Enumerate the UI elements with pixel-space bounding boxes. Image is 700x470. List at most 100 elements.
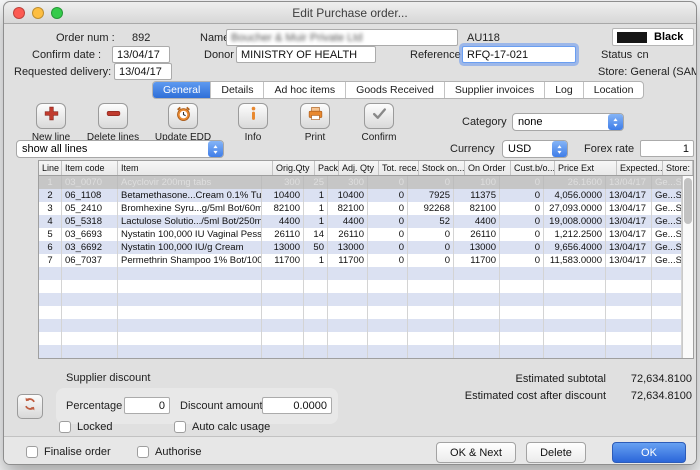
donor-input[interactable]: MINISTRY OF HEALTH <box>236 46 376 63</box>
table-cell <box>62 319 118 332</box>
table-cell: Nystatin 100,000 IU Vaginal Pessary <box>118 228 262 241</box>
col-store[interactable]: Store: <box>663 161 693 175</box>
col-pack[interactable]: Pack <box>315 161 339 175</box>
new-line-button[interactable]: New line <box>18 103 84 143</box>
ok-next-button[interactable]: OK & Next <box>436 442 516 463</box>
table-cell: Ge...S) <box>652 189 682 202</box>
tab-general[interactable]: General <box>153 82 211 98</box>
estimated-subtotal-value: 72,634.8100 <box>612 373 692 385</box>
table-cell: 7 <box>39 254 62 267</box>
table-cell: 13000 <box>262 241 304 254</box>
table-cell: 52 <box>408 215 454 228</box>
table-empty-row[interactable] <box>39 293 682 306</box>
col-price-ext[interactable]: Price Ext <box>555 161 617 175</box>
table-cell: 0 <box>408 241 454 254</box>
forex-rate-input[interactable]: 1 <box>640 140 694 157</box>
table-cell <box>544 332 606 345</box>
delete-button[interactable]: Delete <box>526 442 586 463</box>
table-empty-row[interactable] <box>39 319 682 332</box>
table-cell <box>328 345 368 358</box>
table-cell: 0 <box>368 228 408 241</box>
stepper-icon <box>608 114 623 130</box>
category-dropdown[interactable]: none <box>512 113 624 131</box>
table-cell <box>262 319 304 332</box>
table-cell: 11700 <box>262 254 304 267</box>
table-empty-row[interactable] <box>39 306 682 319</box>
recalculate-button[interactable] <box>17 394 43 419</box>
table-cell: 25 <box>304 176 328 189</box>
table-cell: 1 <box>304 254 328 267</box>
tab-log[interactable]: Log <box>545 82 584 98</box>
table-cell: Ge...S) <box>652 254 682 267</box>
confirm-button[interactable]: Confirm <box>346 103 412 143</box>
table-cell: Nystatin 100,000 IU/g Cream <box>118 241 262 254</box>
table-cell <box>408 267 454 280</box>
col-line[interactable]: Line <box>39 161 62 175</box>
table-cell: 6 <box>39 241 62 254</box>
delete-lines-button[interactable]: Delete lines <box>80 103 146 143</box>
table-row[interactable]: 603_6692Nystatin 100,000 IU/g Cream13000… <box>39 241 682 254</box>
table-cell <box>606 280 652 293</box>
col-on-order[interactable]: On Order <box>465 161 511 175</box>
show-lines-dropdown[interactable]: show all lines <box>16 140 224 158</box>
table-cell: 05_5318 <box>62 215 118 228</box>
col-orig-qty[interactable]: Orig.Qty <box>273 161 315 175</box>
tab-goods-received[interactable]: Goods Received <box>346 82 445 98</box>
table-cell <box>368 267 408 280</box>
table-cell <box>652 332 682 345</box>
auto-calc-usage-checkbox[interactable]: Auto calc usage <box>174 421 270 433</box>
table-row[interactable]: 103_0070Acyclovir 200mg tabs300253000010… <box>39 176 682 189</box>
ok-button[interactable]: OK <box>612 442 686 463</box>
table-cell <box>454 345 500 358</box>
table-cell: Ge...S) <box>652 176 682 189</box>
table-row[interactable]: 405_5318Lactulose Solutio.../5ml Bot/250… <box>39 215 682 228</box>
table-row[interactable]: 706_7037Permethrin Shampoo 1% Bot/100ml1… <box>39 254 682 267</box>
table-empty-row[interactable] <box>39 267 682 280</box>
table-cell: 27,093.0000 <box>544 202 606 215</box>
table-scrollbar[interactable] <box>682 176 693 358</box>
discount-amount-label: Discount amount <box>180 400 263 412</box>
finalise-order-checkbox[interactable]: Finalise order <box>26 446 111 458</box>
show-lines-value: show all lines <box>17 143 208 155</box>
table-empty-row[interactable] <box>39 332 682 345</box>
col-cust-backorder[interactable]: Cust.b/o... <box>511 161 555 175</box>
tab-details[interactable]: Details <box>211 82 264 98</box>
colour-dropdown[interactable]: Black <box>612 28 694 46</box>
table-row[interactable]: 305_2410Bromhexine Syru...g/5ml Bot/60ml… <box>39 202 682 215</box>
table-cell: 13/04/17 <box>606 228 652 241</box>
table-cell: 92268 <box>408 202 454 215</box>
col-expected[interactable]: Expected... <box>617 161 663 175</box>
table-cell: 26110 <box>454 228 500 241</box>
table-empty-row[interactable] <box>39 280 682 293</box>
print-button[interactable]: Print <box>282 103 348 143</box>
table-cell <box>39 267 62 280</box>
table-cell <box>652 267 682 280</box>
tab-supplier-invoices[interactable]: Supplier invoices <box>445 82 545 98</box>
name-input[interactable]: Boucher & Muir Private Ltd <box>226 29 458 46</box>
col-item[interactable]: Item <box>118 161 273 175</box>
table-cell <box>544 345 606 358</box>
table-empty-row[interactable] <box>39 345 682 358</box>
requested-delivery-input[interactable]: 13/04/17 <box>114 63 172 80</box>
tab-location[interactable]: Location <box>584 82 644 98</box>
colour-swatch <box>617 32 647 43</box>
col-adj-qty[interactable]: Adj. Qty <box>339 161 379 175</box>
percentage-input[interactable]: 0 <box>124 397 170 414</box>
scrollbar-thumb[interactable] <box>684 178 692 224</box>
currency-dropdown[interactable]: USD <box>502 140 568 158</box>
auto-calc-usage-label: Auto calc usage <box>192 421 270 433</box>
table-row[interactable]: 503_6693Nystatin 100,000 IU Vaginal Pess… <box>39 228 682 241</box>
authorise-checkbox[interactable]: Authorise <box>137 446 201 458</box>
table-row[interactable]: 206_1108Betamethasone...Cream 0.1% Tube1… <box>39 189 682 202</box>
update-edd-button[interactable]: Update EDD <box>150 103 216 143</box>
tab-ad-hoc-items[interactable]: Ad hoc items <box>264 82 346 98</box>
info-button[interactable]: Info <box>220 103 286 143</box>
col-stock-on-hand[interactable]: Stock on... <box>419 161 465 175</box>
col-item-code[interactable]: Item code <box>62 161 118 175</box>
reference-input[interactable]: RFQ-17-021 <box>462 46 576 63</box>
confirm-date-input[interactable]: 13/04/17 <box>112 46 170 63</box>
col-tot-received[interactable]: Tot. rece... <box>379 161 419 175</box>
table-cell: 26.1600 <box>544 176 606 189</box>
discount-amount-input[interactable]: 0.0000 <box>262 397 332 414</box>
locked-checkbox[interactable]: Locked <box>59 421 112 433</box>
